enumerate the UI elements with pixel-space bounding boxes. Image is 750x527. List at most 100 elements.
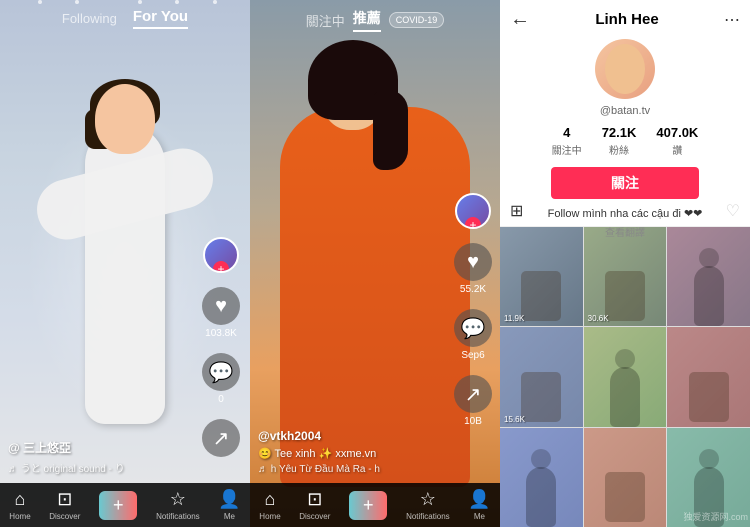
add-button-left[interactable]: + — [99, 491, 138, 520]
followers-label: 粉絲 — [609, 142, 629, 157]
username-left: @ 三上悠亞 — [8, 439, 195, 456]
like-action-middle[interactable]: ♥ 55.2K — [454, 243, 492, 295]
discover-label-left: Discover — [49, 512, 80, 521]
tab-foryou-middle[interactable]: 推薦 — [353, 8, 381, 32]
add-button-middle[interactable]: + — [349, 491, 388, 520]
tab-foryou-left[interactable]: For You — [133, 8, 188, 29]
tab-following-left[interactable]: Following — [62, 11, 117, 26]
bottom-info-left: @ 三上悠亞 ♬ うと original sound - り — [8, 439, 195, 475]
video-thumb-6[interactable] — [667, 327, 750, 426]
share-icon-middle: ↗ — [454, 375, 492, 413]
following-label: 關注中 — [552, 142, 582, 157]
side-actions-left: ♥ 103.8K 💬 0 ↗ — [202, 237, 240, 457]
tab-following-middle[interactable]: 關注中 — [306, 11, 345, 30]
profile-avatar — [595, 39, 655, 99]
me-label-middle: Me — [474, 512, 485, 521]
video-thumb-5[interactable] — [584, 327, 667, 426]
left-video-content — [30, 40, 220, 467]
profile-bio: Follow mình nha các cậu đi ❤❤ — [548, 207, 703, 220]
me-icon-left: 👤 — [218, 489, 240, 510]
thumb-content-3 — [694, 266, 724, 326]
nav-me-middle[interactable]: 👤 Me — [468, 489, 490, 521]
video-thumb-7[interactable] — [500, 428, 583, 527]
notifications-label-middle: Notifications — [406, 512, 450, 521]
thumb-content-5 — [610, 367, 640, 427]
likes-count: 407.0K — [656, 125, 698, 140]
thumb-content-1 — [521, 271, 561, 321]
thumb-content-4 — [521, 372, 561, 422]
notifications-label-left: Notifications — [156, 512, 200, 521]
profile-header: ← Linh Hee ⋯ @batan.tv 4 關注中 72.1K 粉絲 40… — [500, 0, 750, 200]
video-thumb-2[interactable]: 30.6K — [584, 227, 667, 326]
like-action-left[interactable]: ♥ 103.8K — [202, 287, 240, 339]
home-icon-left: ⌂ — [15, 489, 26, 510]
bottom-nav-left: ⌂ Home ⊡ Discover + ☆ Notifications 👤 Me — [0, 483, 250, 527]
nav-discover-left[interactable]: ⊡ Discover — [49, 489, 80, 521]
share-action-middle[interactable]: ↗ 10B — [454, 375, 492, 427]
stat-likes: 407.0K 讚 — [656, 125, 698, 157]
top-nav-middle: 關注中 推薦 COVID-19 — [250, 0, 500, 38]
nav-notifications-middle[interactable]: ☆ Notifications — [406, 489, 450, 521]
like-count-left: 103.8K — [205, 328, 237, 339]
notification-icon-middle: ☆ — [420, 489, 436, 510]
middle-panel: 關注中 推薦 COVID-19 ♥ 55.2K 💬 Sep6 ↗ 10B @vt… — [250, 0, 500, 527]
music-middle: ♬ h Yêu Từ Đầu Mà Ra - h — [258, 464, 440, 475]
video-thumb-1[interactable]: 11.9K — [500, 227, 583, 326]
me-label-left: Me — [224, 512, 235, 521]
profile-info: @batan.tv 4 關注中 72.1K 粉絲 407.0K 讚 關注 Fol… — [500, 39, 750, 239]
nav-notifications-left[interactable]: ☆ Notifications — [156, 489, 200, 521]
nav-home-middle[interactable]: ⌂ Home — [259, 489, 280, 521]
share-count-middle: 10B — [464, 416, 482, 427]
following-count: 4 — [563, 125, 570, 140]
nav-add-left[interactable]: + — [99, 491, 138, 520]
back-button[interactable]: ← — [510, 8, 530, 31]
comment-count-middle: Sep6 — [461, 350, 484, 361]
thumb-content-7 — [526, 467, 556, 527]
right-panel: ← Linh Hee ⋯ @batan.tv 4 關注中 72.1K 粉絲 40… — [500, 0, 750, 527]
comment-action-middle[interactable]: 💬 Sep6 — [454, 309, 492, 361]
home-label-middle: Home — [259, 512, 280, 521]
bottom-nav-middle: ⌂ Home ⊡ Discover + ☆ Notifications 👤 Me — [250, 483, 500, 527]
like-count-middle: 55.2K — [460, 284, 486, 295]
username-middle: @vtkh2004 — [258, 429, 440, 443]
likes-label: 讚 — [672, 142, 682, 157]
me-icon-middle: 👤 — [468, 489, 490, 510]
middle-hair — [308, 40, 398, 120]
discover-label-middle: Discover — [299, 512, 330, 521]
stat-followers: 72.1K 粉絲 — [602, 125, 637, 157]
comment-count-left: 0 — [218, 394, 224, 405]
notification-icon-left: ☆ — [170, 489, 186, 510]
share-icon-left: ↗ — [202, 419, 240, 457]
heart-icon-middle: ♥ — [454, 243, 492, 281]
left-panel: Following For You ♥ 103.8K 💬 0 ↗ @ 三上悠亞 … — [0, 0, 250, 527]
watermark: 独爱资源网.com — [683, 510, 748, 523]
heart-icon-left: ♥ — [202, 287, 240, 325]
nav-home-left[interactable]: ⌂ Home — [9, 489, 30, 521]
nav-discover-middle[interactable]: ⊡ Discover — [299, 489, 330, 521]
covid-badge[interactable]: COVID-19 — [389, 12, 445, 28]
share-action-left[interactable]: ↗ — [202, 419, 240, 457]
translate-link[interactable]: 查看翻譯 — [605, 224, 645, 239]
profile-stats: 4 關注中 72.1K 粉絲 407.0K 讚 — [552, 125, 699, 157]
comment-action-left[interactable]: 💬 0 — [202, 353, 240, 405]
thumb-content-2 — [605, 271, 645, 321]
creator-avatar-left[interactable] — [203, 237, 239, 273]
left-person — [65, 84, 185, 424]
music-left: ♬ うと original sound - り — [8, 460, 195, 475]
video-thumb-3[interactable] — [667, 227, 750, 326]
comment-icon-left: 💬 — [202, 353, 240, 391]
nav-add-middle[interactable]: + — [349, 491, 388, 520]
discover-icon-left: ⊡ — [57, 489, 72, 510]
nav-me-left[interactable]: 👤 Me — [218, 489, 240, 521]
share-button-right[interactable]: ⋯ — [724, 10, 740, 30]
follow-button[interactable]: 關注 — [551, 167, 699, 199]
discover-icon-middle: ⊡ — [307, 489, 322, 510]
video-thumb-8[interactable] — [584, 428, 667, 527]
creator-avatar-middle[interactable] — [455, 193, 491, 229]
head — [95, 84, 155, 154]
home-icon-middle: ⌂ — [265, 489, 276, 510]
video-thumb-4[interactable]: 15.6K — [500, 327, 583, 426]
bottom-info-middle: @vtkh2004 😊 Tee xinh ✨ xxme.vn ♬ h Yêu T… — [258, 429, 440, 475]
side-actions-middle: ♥ 55.2K 💬 Sep6 ↗ 10B — [454, 193, 492, 427]
thumb-content-6 — [689, 372, 729, 422]
